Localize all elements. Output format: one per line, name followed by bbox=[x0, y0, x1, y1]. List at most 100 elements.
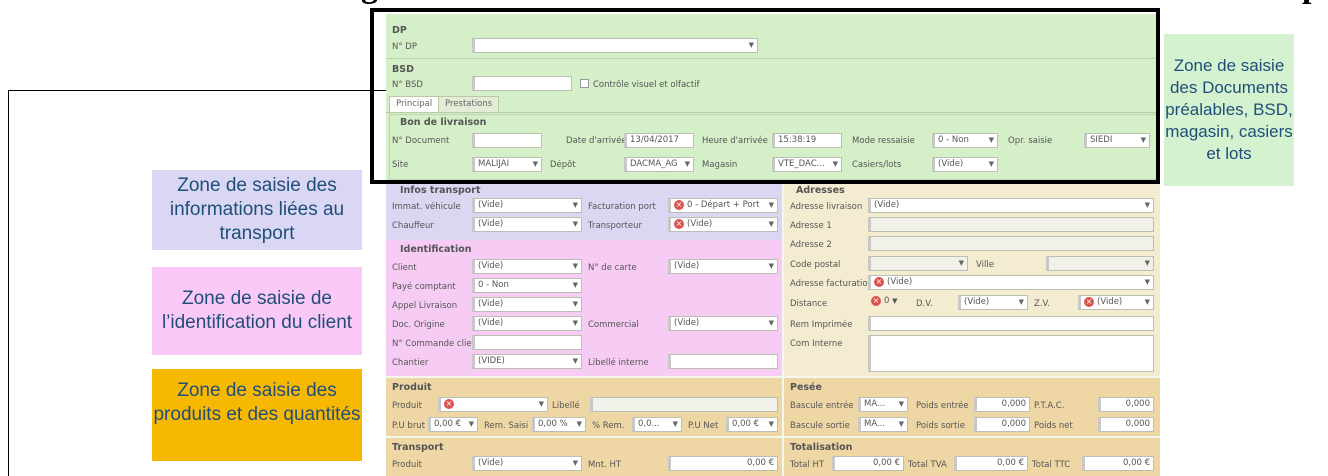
client-label: Client bbox=[392, 263, 417, 273]
chevron-down-icon: ▼ bbox=[958, 259, 964, 267]
ville-select[interactable]: ▼ bbox=[1046, 256, 1154, 271]
ident-title: Identification bbox=[400, 244, 472, 255]
chevron-down-icon: ▼ bbox=[572, 201, 578, 209]
adresse-facturation-label: Adresse facturatio bbox=[790, 279, 868, 289]
libelle-interne-label: Libellé interne bbox=[588, 358, 649, 368]
chevron-down-icon: ▼ bbox=[572, 300, 578, 308]
chevron-down-icon: ▼ bbox=[468, 420, 474, 428]
adresse2-label: Adresse 2 bbox=[790, 240, 832, 250]
cmd-input[interactable] bbox=[472, 335, 582, 350]
total-ttc-label: Total TTC bbox=[1032, 460, 1071, 470]
adresse1-label: Adresse 1 bbox=[790, 221, 832, 231]
immat-label: Immat. véhicule bbox=[392, 202, 461, 212]
commercial-select[interactable]: (Vide) ▼ bbox=[668, 316, 778, 331]
chevron-down-icon: ▼ bbox=[572, 281, 578, 289]
dv-select[interactable]: (Vide) ▼ bbox=[958, 295, 1028, 310]
ptac-input[interactable]: 0,000 bbox=[1098, 397, 1154, 412]
rem-saisi-select[interactable]: 0,00 % ▼ bbox=[532, 417, 586, 432]
chauffeur-label: Chauffeur bbox=[392, 221, 434, 231]
transporteur-select[interactable]: × (Vide) ▼ bbox=[668, 217, 778, 232]
adresses-title: Adresses bbox=[796, 185, 845, 196]
transport-produit-label: Produit bbox=[392, 460, 422, 470]
callout-produit: Zone de saisie des produits et des quant… bbox=[152, 369, 362, 461]
pct-rem-select[interactable]: 0,0... ▼ bbox=[632, 417, 682, 432]
paye-select[interactable]: 0 - Non ▼ bbox=[472, 278, 582, 293]
clear-icon[interactable]: × bbox=[874, 276, 884, 287]
code-postal-select[interactable]: ▼ bbox=[868, 256, 968, 271]
total-tva-input[interactable]: 0,00 € bbox=[954, 456, 1028, 471]
chevron-down-icon: ▼ bbox=[768, 319, 774, 327]
adresse-facturation-select[interactable]: × (Vide) ▼ bbox=[868, 275, 1154, 290]
clear-icon[interactable]: × bbox=[444, 398, 454, 409]
cmd-label: N° Commande clie bbox=[392, 339, 472, 349]
distance-label: Distance bbox=[790, 299, 828, 309]
chevron-down-icon: ▼ bbox=[572, 459, 578, 467]
totalisation-title: Totalisation bbox=[790, 442, 853, 453]
chevron-down-icon: ▼ bbox=[768, 262, 774, 270]
commercial-label: Commercial bbox=[588, 320, 639, 330]
client-select[interactable]: (Vide) ▼ bbox=[472, 259, 582, 274]
pu-net-select[interactable]: 0,00 € ▼ bbox=[726, 417, 778, 432]
bascule-entree-label: Bascule entrée bbox=[790, 401, 854, 411]
chevron-down-icon: ▼ bbox=[572, 357, 578, 365]
chevron-down-icon: ▼ bbox=[576, 420, 582, 428]
chevron-down-icon: ▼ bbox=[572, 319, 578, 327]
chevron-down-icon: ▼ bbox=[1144, 278, 1150, 286]
appel-select[interactable]: (Vide) ▼ bbox=[472, 297, 582, 312]
pu-brut-select[interactable]: 0,00 € ▼ bbox=[428, 417, 478, 432]
chevron-down-icon: ▼ bbox=[1144, 201, 1150, 209]
com-interne-label: Com Interne bbox=[790, 339, 843, 349]
chevron-down-icon: ▼ bbox=[572, 220, 578, 228]
transport-produit-select[interactable]: (Vide) ▼ bbox=[472, 456, 582, 471]
adresse2-input[interactable] bbox=[868, 236, 1154, 251]
total-ttc-input[interactable]: 0,00 € bbox=[1082, 456, 1154, 471]
rem-saisi-label: Rem. Saisi bbox=[484, 421, 529, 431]
ville-label: Ville bbox=[976, 260, 994, 270]
zv-label: Z.V. bbox=[1034, 299, 1050, 309]
poids-entree-input[interactable]: 0,000 bbox=[974, 397, 1030, 412]
chevron-down-icon: ▼ bbox=[672, 420, 678, 428]
clear-icon[interactable]: × bbox=[674, 199, 684, 210]
fact-port-select[interactable]: × 0 - Départ + Port ▼ bbox=[668, 198, 778, 213]
carte-label: N° de carte bbox=[588, 263, 637, 273]
mnt-ht-input[interactable]: 0,00 € bbox=[668, 456, 778, 471]
ptac-label: P.T.A.C. bbox=[1034, 401, 1065, 411]
clear-icon[interactable]: × bbox=[871, 295, 881, 306]
total-ht-input[interactable]: 0,00 € bbox=[832, 456, 904, 471]
docorig-label: Doc. Origine bbox=[392, 320, 445, 330]
transport2-title: Transport bbox=[392, 442, 444, 453]
chevron-down-icon: ▼ bbox=[898, 400, 904, 408]
clear-icon[interactable]: × bbox=[1084, 296, 1094, 307]
chantier-select[interactable]: (VIDE) ▼ bbox=[472, 354, 582, 369]
adresse1-input[interactable] bbox=[868, 217, 1154, 232]
produit-label: Produit bbox=[392, 401, 422, 411]
chevron-down-icon: ▼ bbox=[538, 400, 544, 408]
mnt-ht-label: Mnt. HT bbox=[588, 460, 622, 470]
immat-select[interactable]: (Vide) ▼ bbox=[472, 198, 582, 213]
com-interne-textarea[interactable] bbox=[868, 335, 1154, 372]
clear-icon[interactable]: × bbox=[674, 218, 684, 229]
zv-select[interactable]: × (Vide) ▼ bbox=[1078, 295, 1154, 310]
distance-select[interactable]: × 0 ▼ bbox=[868, 295, 914, 310]
callout-transport: Zone de saisie des informations liées au… bbox=[152, 170, 362, 250]
heading-left: g bbox=[361, 0, 378, 6]
poids-sortie-input[interactable]: 0,000 bbox=[974, 417, 1030, 432]
libelle-input[interactable] bbox=[590, 397, 778, 412]
adresse-livraison-select[interactable]: (Vide) ▼ bbox=[868, 198, 1154, 213]
bascule-sortie-select[interactable]: MA... ▼ bbox=[858, 417, 908, 432]
produit-title: Produit bbox=[392, 382, 432, 393]
libelle-label: Libellé bbox=[552, 401, 580, 411]
produit-select[interactable]: × ▼ bbox=[438, 397, 548, 412]
highlight-frame bbox=[370, 8, 1160, 184]
pu-brut-label: P.U brut bbox=[392, 421, 426, 431]
chevron-down-icon: ▼ bbox=[1018, 298, 1024, 306]
carte-select[interactable]: (Vide) ▼ bbox=[668, 259, 778, 274]
docorig-select[interactable]: (Vide) ▼ bbox=[472, 316, 582, 331]
bascule-entree-select[interactable]: MA... ▼ bbox=[858, 397, 908, 412]
libelle-interne-input[interactable] bbox=[668, 354, 778, 369]
chauffeur-select[interactable]: (Vide) ▼ bbox=[472, 217, 582, 232]
chevron-down-icon: ▼ bbox=[898, 420, 904, 428]
poids-net-input[interactable]: 0,000 bbox=[1098, 417, 1154, 432]
poids-net-label: Poids net bbox=[1034, 421, 1073, 431]
rem-imprimee-input[interactable] bbox=[868, 316, 1154, 331]
